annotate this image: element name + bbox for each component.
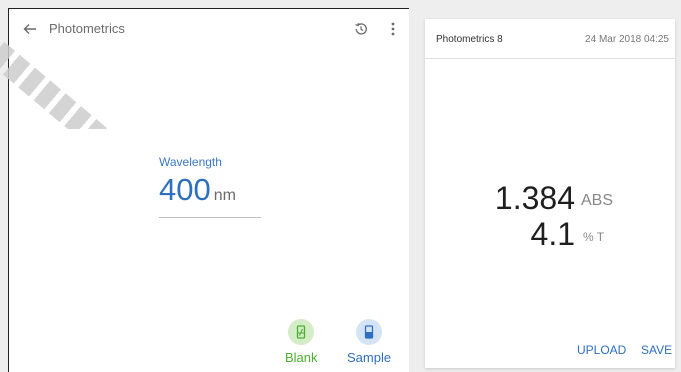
absorbance-value: 1.384	[494, 180, 575, 216]
wavelength-number: 400	[159, 172, 211, 207]
result-header: Photometrics 8 24 Mar 2018 04:25	[425, 19, 675, 59]
blank-cuvette-icon	[297, 325, 306, 339]
sample-button[interactable]: Sample	[347, 319, 391, 365]
wavelength-field[interactable]: Wavelength 400 nm	[159, 155, 261, 218]
sample-icon-circle	[356, 319, 383, 345]
blank-button[interactable]: Blank	[285, 319, 318, 365]
result-title: Photometrics 8	[436, 34, 503, 45]
sample-label: Sample	[347, 350, 392, 365]
transmittance-row: 4.1 % T	[425, 216, 675, 256]
transmittance-value: 4.1	[530, 216, 575, 252]
wavelength-label: Wavelength	[159, 155, 222, 169]
save-button[interactable]: SAVE	[641, 343, 672, 357]
history-button[interactable]	[350, 18, 372, 40]
wavelength-unit: nm	[213, 187, 236, 204]
measurement-panel: Photometrics Wavelength 400 nm Blank Sam…	[0, 8, 409, 372]
history-icon	[355, 23, 367, 35]
wavelength-value: 400 nm	[159, 172, 236, 214]
page-title: Photometrics	[49, 21, 125, 36]
arrow-left-icon	[23, 24, 36, 34]
more-vertical-icon	[391, 22, 395, 36]
absorbance-row: 1.384 ABS	[425, 180, 675, 220]
blank-icon-circle	[288, 319, 315, 345]
app-root: Photometrics Wavelength 400 nm Blank Sam…	[0, 0, 681, 372]
sample-cuvette-icon	[364, 325, 374, 339]
result-timestamp: 24 Mar 2018 04:25	[585, 34, 669, 45]
more-options-button[interactable]	[382, 18, 404, 40]
upload-button[interactable]: UPLOAD	[577, 343, 626, 357]
back-button[interactable]	[19, 18, 41, 40]
blank-label: Blank	[285, 350, 318, 365]
toolbar: Photometrics	[9, 9, 409, 49]
result-card: Photometrics 8 24 Mar 2018 04:25 1.384 A…	[425, 19, 675, 368]
transmittance-unit: % T	[583, 230, 605, 244]
absorbance-unit: ABS	[581, 192, 614, 209]
